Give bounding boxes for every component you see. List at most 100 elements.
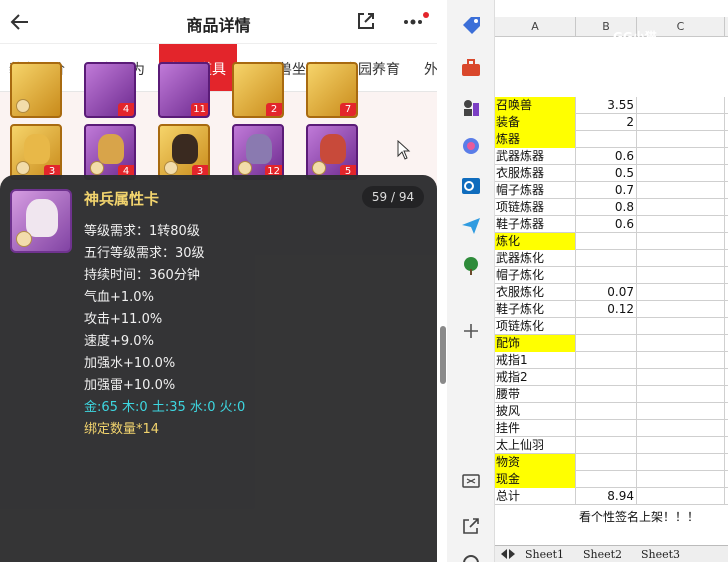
cell-a[interactable]: 装备: [495, 114, 576, 131]
cell-a[interactable]: 炼器: [495, 131, 576, 148]
screenshot-icon[interactable]: [460, 470, 482, 492]
cell-c[interactable]: [637, 216, 725, 233]
sheet-tab-3[interactable]: Sheet3: [641, 546, 680, 562]
cell-a[interactable]: 腰带: [495, 386, 576, 403]
item-card[interactable]: 3: [10, 124, 62, 180]
settings-icon[interactable]: [460, 552, 482, 562]
scrollbar-thumb[interactable]: [440, 326, 446, 384]
cell-a[interactable]: 太上仙羽: [495, 437, 576, 454]
share-icon[interactable]: [355, 10, 377, 32]
item-card[interactable]: 5: [306, 124, 358, 180]
cell-a[interactable]: 戒指2: [495, 369, 576, 386]
sheet-tab-1[interactable]: Sheet1: [525, 546, 564, 562]
cell-a[interactable]: 戒指1: [495, 352, 576, 369]
cell-b[interactable]: [576, 233, 637, 250]
cell-b[interactable]: 0.12: [576, 301, 637, 318]
sheet-nav-next-icon[interactable]: [509, 549, 515, 559]
cell-b[interactable]: [576, 267, 637, 284]
cell-c[interactable]: [637, 131, 725, 148]
cell-a[interactable]: 鞋子炼器: [495, 216, 576, 233]
item-card[interactable]: [10, 62, 62, 118]
cell-a[interactable]: 鞋子炼化: [495, 301, 576, 318]
cell-a[interactable]: 衣服炼器: [495, 165, 576, 182]
cell-a[interactable]: 衣服炼化: [495, 284, 576, 301]
cell-c[interactable]: [637, 233, 725, 250]
cell-b[interactable]: 0.6: [576, 148, 637, 165]
chess-icon[interactable]: [460, 97, 482, 119]
cell-b[interactable]: [576, 420, 637, 437]
item-card[interactable]: 2: [232, 62, 284, 118]
cell-c[interactable]: [637, 454, 725, 471]
send-icon[interactable]: [460, 215, 482, 237]
cell-b[interactable]: 0.5: [576, 165, 637, 182]
cell-b[interactable]: 0.7: [576, 182, 637, 199]
cell-a[interactable]: 项链炼化: [495, 318, 576, 335]
cell-b[interactable]: [576, 131, 637, 148]
cell-b[interactable]: [576, 386, 637, 403]
cell-a[interactable]: 帽子炼化: [495, 267, 576, 284]
sheet-nav-prev-icon[interactable]: [501, 549, 507, 559]
cell-a[interactable]: 披风: [495, 403, 576, 420]
cell-c[interactable]: [637, 437, 725, 454]
cell-c[interactable]: [637, 386, 725, 403]
cell-c[interactable]: [637, 114, 725, 131]
cell-a[interactable]: 物资: [495, 454, 576, 471]
cell-b[interactable]: [576, 471, 637, 488]
cell-b[interactable]: 0.8: [576, 199, 637, 216]
toolbox-icon[interactable]: [460, 57, 482, 79]
cell-a[interactable]: 武器炼器: [495, 148, 576, 165]
cell-c[interactable]: [637, 250, 725, 267]
cell-c[interactable]: [637, 471, 725, 488]
cell-c[interactable]: [637, 352, 725, 369]
cell-b[interactable]: [576, 454, 637, 471]
cell-a[interactable]: 召唤兽: [495, 97, 576, 114]
cell-a[interactable]: 配饰: [495, 335, 576, 352]
tab-more[interactable]: 外: [424, 44, 437, 91]
cell-a[interactable]: 总计: [495, 488, 576, 505]
cell-c[interactable]: [637, 420, 725, 437]
cell-b[interactable]: 0.07: [576, 284, 637, 301]
cell-a[interactable]: 现金: [495, 471, 576, 488]
item-card[interactable]: 3: [158, 124, 210, 180]
item-card[interactable]: 12: [232, 124, 284, 180]
cell-a[interactable]: 帽子炼器: [495, 182, 576, 199]
cell-b[interactable]: 0.6: [576, 216, 637, 233]
cell-b[interactable]: 3.55: [576, 97, 637, 114]
more-dots-icon[interactable]: [400, 10, 430, 34]
cell-c[interactable]: [637, 284, 725, 301]
cell-b[interactable]: [576, 403, 637, 420]
cell-c[interactable]: [637, 97, 725, 114]
plus-icon[interactable]: [460, 320, 482, 342]
cell-c[interactable]: [637, 335, 725, 352]
cell-c[interactable]: [637, 369, 725, 386]
cell-b[interactable]: [576, 335, 637, 352]
cell-a[interactable]: 炼化: [495, 233, 576, 250]
item-card[interactable]: 4: [84, 124, 136, 180]
cell-c[interactable]: [637, 488, 725, 505]
column-header-a[interactable]: A: [495, 17, 576, 37]
cell-b[interactable]: [576, 352, 637, 369]
cell-b[interactable]: [576, 250, 637, 267]
cell-b[interactable]: 8.94: [576, 488, 637, 505]
cell-b[interactable]: [576, 369, 637, 386]
cell-b[interactable]: [576, 437, 637, 454]
tag-icon[interactable]: [460, 15, 482, 37]
cell-b[interactable]: 2: [576, 114, 637, 131]
cell-b[interactable]: [576, 318, 637, 335]
cell-c[interactable]: [637, 148, 725, 165]
sheet-tab-2[interactable]: Sheet2: [583, 546, 622, 562]
cell-a[interactable]: 挂件: [495, 420, 576, 437]
cell-c[interactable]: [637, 301, 725, 318]
open-external-icon[interactable]: [460, 515, 482, 537]
item-card[interactable]: 4: [84, 62, 136, 118]
cell-a[interactable]: 武器炼化: [495, 250, 576, 267]
tree-icon[interactable]: [460, 255, 482, 277]
cell-c[interactable]: [637, 199, 725, 216]
copilot-icon[interactable]: [460, 135, 482, 157]
outlook-icon[interactable]: [460, 175, 482, 197]
cell-c[interactable]: [637, 403, 725, 420]
item-card[interactable]: 7: [306, 62, 358, 118]
cell-c[interactable]: [637, 318, 725, 335]
item-card[interactable]: 11: [158, 62, 210, 118]
cell-c[interactable]: [637, 182, 725, 199]
